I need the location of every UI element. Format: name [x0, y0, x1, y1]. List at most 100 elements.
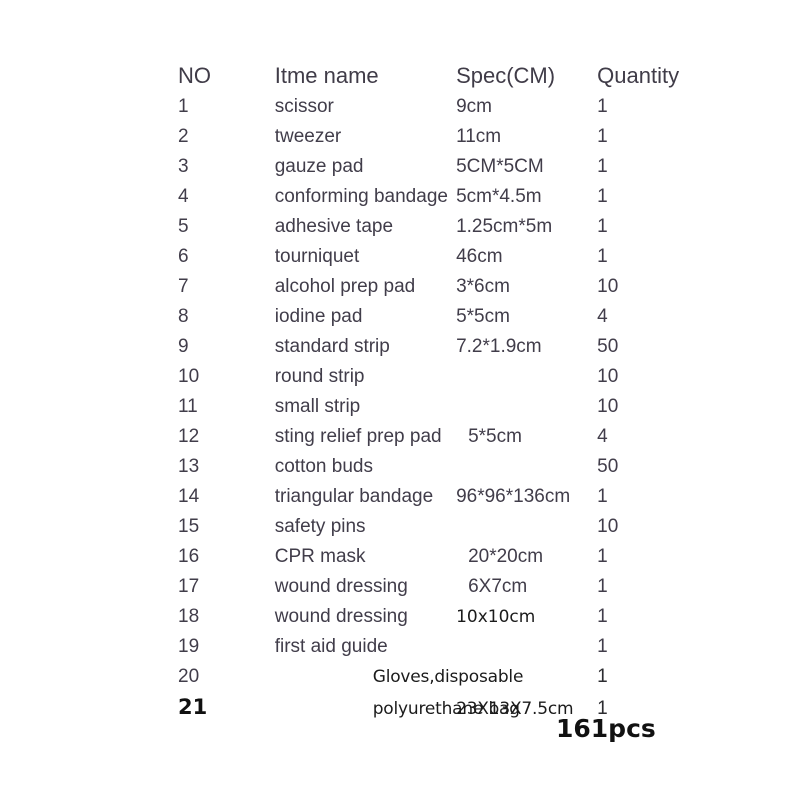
cell-spec: 20*20cm: [468, 546, 544, 567]
cell-no: 8: [178, 306, 189, 327]
table-row: 7 alcohol prep pad 3*6cm 10: [178, 272, 708, 302]
column-header-name: Itme name: [274, 63, 379, 88]
cell-quantity: 10: [597, 366, 619, 387]
cell-quantity: 1: [597, 126, 608, 147]
cell-name: round strip: [274, 366, 365, 387]
cell-no: 12: [178, 426, 200, 447]
cell-spec: [456, 392, 597, 422]
cell-quantity: 10: [597, 276, 619, 297]
table-row: 4 conforming bandage 5cm*4.5m 1: [178, 182, 708, 212]
cell-spec: 10x10cm: [456, 607, 536, 627]
cell-spec: [456, 632, 597, 662]
cell-quantity: 1: [597, 666, 608, 687]
cell-no: 14: [178, 486, 200, 507]
cell-spec: 5*5cm: [468, 426, 522, 447]
table-row: 14 triangular bandage 96*96*136cm 1: [178, 482, 708, 512]
table-row: 11 small strip 10: [178, 392, 708, 422]
cell-spec: 11cm: [456, 126, 502, 147]
cell-name: iodine pad: [274, 306, 363, 327]
cell-no: 15: [178, 516, 200, 537]
column-header-no: NO: [178, 63, 211, 88]
cell-quantity: 1: [597, 576, 608, 597]
table-row: 2 tweezer 11cm 1: [178, 122, 708, 152]
cell-no: 3: [178, 156, 189, 177]
cell-quantity: 1: [597, 96, 608, 117]
packing-list-table: NO Itme name Spec(CM) Quantity 1 scissor…: [178, 60, 708, 724]
cell-name: conforming bandage: [274, 186, 448, 207]
cell-no: 4: [178, 186, 189, 207]
cell-quantity-highlighted: 50: [597, 336, 619, 357]
cell-no: 11: [178, 396, 198, 417]
table-row: 12 sting relief prep pad 5*5cm 4: [178, 422, 708, 452]
cell-name: adhesive tape: [274, 216, 394, 237]
column-header-spec: Spec(CM): [456, 63, 556, 88]
cell-no: 2: [178, 126, 189, 147]
cell-spec: 96*96*136cm: [456, 486, 571, 507]
table-row: 5 adhesive tape 1.25cm*5m 1: [178, 212, 708, 242]
cell-quantity: 4: [597, 426, 608, 447]
column-header-quantity: Quantity: [597, 63, 680, 88]
table-row: 3 gauze pad 5CM*5CM 1: [178, 152, 708, 182]
cell-name: Gloves,disposable: [372, 667, 524, 687]
cell-no: 1: [178, 96, 189, 117]
cell-spec: 5*5cm: [456, 306, 510, 327]
table-header-row: NO Itme name Spec(CM) Quantity: [178, 60, 708, 92]
cell-name: polyurethane bag: [372, 699, 520, 719]
table-row: 19 first aid guide 1: [178, 632, 708, 662]
table-row: 20 Gloves,disposable 1: [178, 662, 708, 692]
cell-spec: [456, 362, 597, 392]
cell-name: wound dressing: [274, 606, 408, 627]
table-row: 16 CPR mask 20*20cm 1: [178, 542, 708, 572]
cell-name: wound dressing: [274, 576, 408, 597]
cell-no: 7: [178, 276, 189, 297]
cell-no: 10: [178, 366, 200, 387]
cell-spec: 7.2*1.9cm: [456, 336, 542, 357]
cell-spec: 1.25cm*5m: [456, 216, 553, 237]
cell-spec: 5CM*5CM: [456, 156, 544, 177]
cell-quantity: 1: [597, 606, 608, 627]
cell-name: tourniquet: [274, 246, 360, 267]
table-row: 10 round strip 10: [178, 362, 708, 392]
cell-no: 20: [178, 666, 200, 687]
cell-name: cotton buds: [274, 456, 373, 477]
cell-quantity: 10: [597, 516, 619, 537]
cell-quantity: 1: [597, 186, 608, 207]
cell-quantity: 4: [597, 306, 608, 327]
cell-quantity: 1: [597, 246, 608, 267]
cell-no: 19: [178, 636, 200, 657]
cell-name: tweezer: [274, 126, 342, 147]
cell-no: 6: [178, 246, 189, 267]
table-row: 15 safety pins 10: [178, 512, 708, 542]
packing-list-sheet: NO Itme name Spec(CM) Quantity 1 scissor…: [0, 0, 800, 800]
table-row: 13 cotton buds 50: [178, 452, 708, 482]
cell-name: small strip: [274, 396, 361, 417]
cell-name: gauze pad: [274, 156, 364, 177]
cell-no: 13: [178, 456, 200, 477]
table-row: 1 scissor 9cm 1: [178, 92, 708, 122]
cell-name: scissor: [274, 96, 334, 117]
cell-name: standard strip: [274, 336, 390, 357]
cell-spec: [456, 512, 597, 542]
table-body: NO Itme name Spec(CM) Quantity 1 scissor…: [178, 60, 708, 724]
cell-spec: 6X7cm: [468, 576, 528, 597]
cell-quantity: 1: [597, 486, 608, 507]
cell-name: alcohol prep pad: [274, 276, 416, 297]
cell-name: sting relief prep pad: [274, 426, 442, 447]
cell-name: first aid guide: [274, 636, 388, 657]
cell-quantity: 50: [597, 456, 619, 477]
cell-name: safety pins: [274, 516, 366, 537]
cell-quantity: 1: [597, 546, 608, 567]
cell-spec: 5cm*4.5m: [456, 186, 542, 207]
cell-quantity: 1: [597, 156, 608, 177]
table-row: 8 iodine pad 5*5cm 4: [178, 302, 708, 332]
cell-no: 9: [178, 336, 189, 357]
cell-name: triangular bandage: [274, 486, 434, 507]
table-row: 17 wound dressing 6X7cm 1: [178, 572, 708, 602]
cell-no: 21: [178, 695, 208, 719]
cell-quantity: 1: [597, 636, 608, 657]
cell-spec: 46cm: [456, 246, 503, 267]
cell-no: 5: [178, 216, 189, 237]
cell-spec: [456, 452, 597, 482]
cell-no: 17: [178, 576, 200, 597]
cell-quantity: 10: [597, 396, 619, 417]
